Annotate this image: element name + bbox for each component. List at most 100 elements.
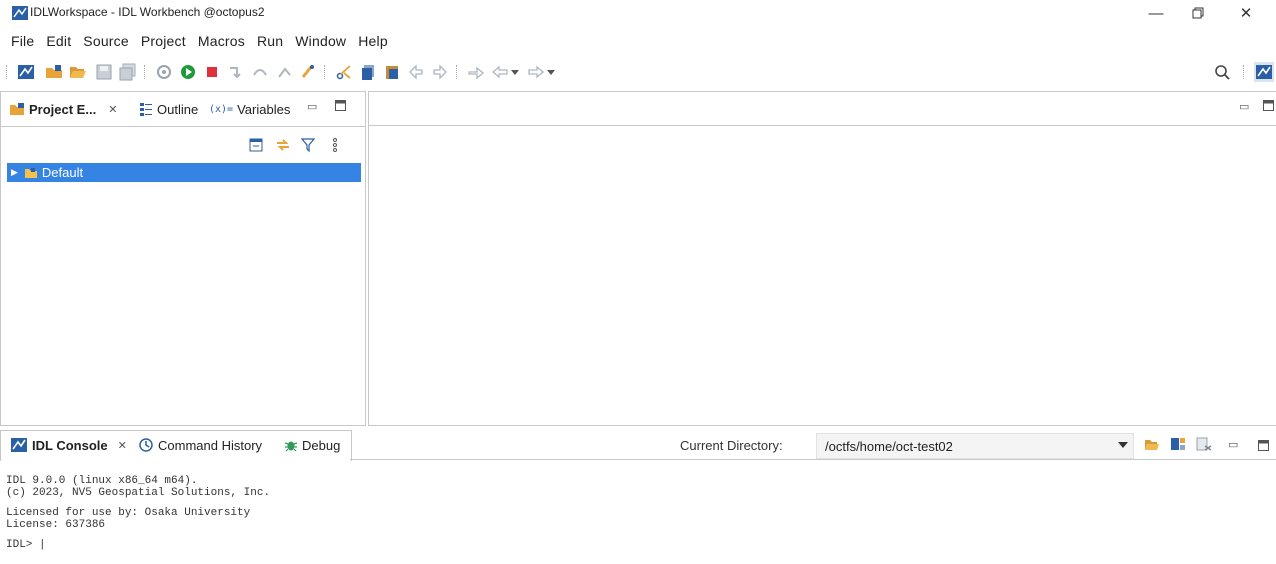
tab-idl-console[interactable]: IDL Console ✕ bbox=[10, 434, 127, 456]
window-title: IDLWorkspace - IDL Workbench @octopus2 bbox=[30, 5, 265, 19]
forward-icon[interactable] bbox=[526, 62, 546, 82]
run-icon[interactable] bbox=[178, 62, 198, 82]
close-tab-icon[interactable]: ✕ bbox=[118, 439, 127, 452]
console-tabbar: IDL Console ✕ Command History Debug Curr… bbox=[0, 430, 1276, 461]
toolbar-separator bbox=[1243, 65, 1245, 79]
tab-outline-label: Outline bbox=[157, 101, 199, 117]
next-annotation-icon[interactable] bbox=[466, 62, 486, 82]
save-all-icon[interactable] bbox=[118, 62, 138, 82]
console-minimize-icon[interactable]: ▭ bbox=[1228, 438, 1238, 451]
menu-bar: File Edit Source Project Macros Run Wind… bbox=[0, 30, 394, 52]
step-over-icon[interactable] bbox=[250, 62, 270, 82]
console-line: License: 637386 bbox=[6, 519, 106, 531]
new-folder-icon[interactable] bbox=[44, 62, 64, 82]
copy-icon[interactable] bbox=[358, 62, 378, 82]
console-line: IDL 9.0.0 (linux x86_64 m64). bbox=[6, 475, 198, 487]
history-icon bbox=[138, 437, 154, 453]
reset-icon[interactable] bbox=[298, 62, 318, 82]
tree-item-default[interactable]: ▶ Default bbox=[7, 163, 361, 182]
toolbar-separator bbox=[144, 65, 146, 79]
step-return-icon[interactable] bbox=[274, 62, 294, 82]
expand-arrow-icon[interactable]: ▶ bbox=[11, 167, 18, 178]
menu-edit[interactable]: Edit bbox=[40, 30, 77, 52]
idl-console-icon bbox=[10, 437, 28, 453]
current-directory-label: Current Directory: bbox=[680, 438, 783, 453]
menu-window[interactable]: Window bbox=[289, 30, 352, 52]
menu-file[interactable]: File bbox=[5, 30, 40, 52]
project-explorer-icon bbox=[9, 102, 25, 116]
project-explorer-panel: Project E... ✕ Outline (x)= Variables ▭ … bbox=[0, 91, 366, 426]
window-titlebar: IDLWorkspace - IDL Workbench @octopus2 —… bbox=[0, 0, 1276, 26]
menu-macros[interactable]: Macros bbox=[192, 30, 251, 52]
idl-icon[interactable] bbox=[16, 62, 36, 82]
step-into-icon[interactable] bbox=[226, 62, 246, 82]
console-maximize-icon[interactable] bbox=[1258, 439, 1269, 454]
minimize-button[interactable]: — bbox=[1136, 0, 1176, 26]
paste-icon[interactable] bbox=[382, 62, 402, 82]
menu-project[interactable]: Project bbox=[135, 30, 192, 52]
toolbar-separator bbox=[324, 65, 326, 79]
editor-tabbar bbox=[369, 92, 1276, 126]
tab-command-history-label: Command History bbox=[158, 437, 263, 453]
filter-icon[interactable] bbox=[301, 137, 315, 153]
close-tab-icon[interactable]: ✕ bbox=[108, 103, 117, 116]
tab-variables-label: Variables bbox=[237, 101, 291, 117]
collapse-all-icon[interactable] bbox=[249, 138, 263, 152]
clear-console-icon[interactable] bbox=[1196, 437, 1212, 451]
toolbar-separator bbox=[6, 65, 8, 79]
toolbar-separator bbox=[456, 65, 458, 79]
redo-icon[interactable] bbox=[430, 62, 450, 82]
editor-maximize-icon[interactable] bbox=[1263, 100, 1274, 114]
console-line: (c) 2023, NV5 Geospatial Solutions, Inc. bbox=[6, 487, 271, 499]
forward-dropdown-icon[interactable] bbox=[544, 62, 558, 82]
perspective-icon[interactable] bbox=[1254, 62, 1274, 82]
back-icon[interactable] bbox=[490, 62, 510, 82]
stop-icon[interactable] bbox=[202, 62, 222, 82]
left-panel-tabbar: Project E... ✕ Outline (x)= Variables ▭ bbox=[1, 92, 365, 127]
tabbar-divider bbox=[350, 459, 1276, 460]
save-icon[interactable] bbox=[94, 62, 114, 82]
debug-icon bbox=[284, 438, 298, 452]
console-layout-icon[interactable] bbox=[1170, 437, 1186, 451]
tab-command-history[interactable]: Command History bbox=[138, 434, 262, 456]
browse-folder-icon[interactable] bbox=[1144, 437, 1160, 451]
current-directory-value: /octfs/home/oct-test02 bbox=[825, 438, 953, 454]
tab-variables[interactable]: (x)= Variables bbox=[209, 98, 290, 120]
idl-app-icon bbox=[12, 6, 28, 20]
tab-project-explorer[interactable]: Project E... ✕ bbox=[9, 98, 117, 120]
tab-debug[interactable]: Debug bbox=[284, 434, 340, 456]
project-folder-icon bbox=[24, 167, 38, 179]
console-prompt[interactable]: IDL> | bbox=[6, 539, 270, 551]
maximize-button[interactable] bbox=[1178, 0, 1218, 26]
outline-icon bbox=[139, 102, 153, 116]
tab-outline[interactable]: Outline bbox=[139, 98, 198, 120]
link-with-editor-icon[interactable] bbox=[275, 137, 291, 153]
editor-area: ▭ bbox=[368, 91, 1276, 426]
main-toolbar bbox=[0, 58, 1276, 86]
view-menu-icon[interactable] bbox=[332, 137, 338, 153]
directory-dropdown-icon[interactable] bbox=[1118, 441, 1128, 449]
minimize-view-icon[interactable]: ▭ bbox=[307, 100, 317, 113]
tab-idl-console-label: IDL Console bbox=[32, 437, 108, 453]
console-output[interactable]: IDL 9.0.0 (linux x86_64 m64). (c) 2023, N… bbox=[6, 463, 270, 563]
variables-icon: (x)= bbox=[209, 103, 234, 115]
menu-run[interactable]: Run bbox=[251, 30, 289, 52]
cut-icon[interactable] bbox=[334, 62, 354, 82]
search-icon[interactable] bbox=[1212, 62, 1232, 82]
tree-item-label: Default bbox=[41, 165, 84, 180]
editor-minimize-icon[interactable]: ▭ bbox=[1239, 100, 1249, 113]
tab-project-explorer-label: Project E... bbox=[29, 101, 97, 117]
back-dropdown-icon[interactable] bbox=[508, 62, 522, 82]
close-button[interactable]: ✕ bbox=[1226, 0, 1266, 26]
current-directory-combobox[interactable]: /octfs/home/oct-test02 bbox=[816, 433, 1134, 459]
console-line: Licensed for use by: Osaka University bbox=[6, 507, 251, 519]
tab-debug-label: Debug bbox=[302, 437, 341, 453]
menu-help[interactable]: Help bbox=[352, 30, 394, 52]
open-folder-icon[interactable] bbox=[68, 62, 88, 82]
undo-icon[interactable] bbox=[406, 62, 426, 82]
menu-source[interactable]: Source bbox=[77, 30, 135, 52]
maximize-view-icon[interactable] bbox=[335, 100, 346, 114]
compile-icon[interactable] bbox=[154, 62, 174, 82]
